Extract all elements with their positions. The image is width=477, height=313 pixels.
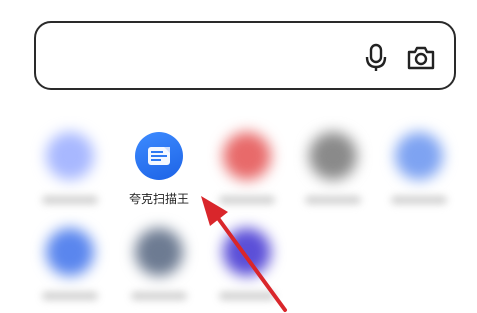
app-blurred-icon (135, 228, 183, 276)
camera-icon[interactable] (406, 43, 436, 73)
app-icon-blurred[interactable] (207, 132, 287, 212)
app-label: 夸克扫描王 (128, 192, 189, 206)
microphone-icon[interactable] (364, 43, 388, 73)
app-blurred-icon (46, 132, 94, 180)
app-icon-blurred[interactable] (30, 228, 110, 308)
app-blurred-icon (223, 228, 271, 276)
app-blurred-label (219, 196, 275, 204)
app-blurred-label (42, 196, 98, 204)
app-blurred-label (391, 196, 447, 204)
app-icon-blurred[interactable] (207, 228, 287, 308)
search-input[interactable] (52, 37, 356, 79)
app-icon-blurred[interactable] (30, 132, 110, 212)
app-icon-blurred[interactable] (119, 228, 199, 308)
app-blurred-label (219, 292, 275, 300)
app-blurred-icon (309, 132, 357, 180)
app-blurred-icon (223, 132, 271, 180)
app-blurred-label (42, 292, 98, 300)
app-blurred-icon (46, 228, 94, 276)
app-blurred-label (305, 196, 361, 204)
search-bar[interactable] (34, 21, 456, 90)
app-icon-blurred[interactable] (293, 132, 373, 212)
document-scan-icon (135, 132, 183, 180)
app-icon-blurred[interactable] (379, 132, 459, 212)
app-blurred-icon (395, 132, 443, 180)
app-quark-scanner[interactable]: 夸克扫描王 (117, 132, 201, 212)
app-blurred-label (131, 292, 187, 300)
